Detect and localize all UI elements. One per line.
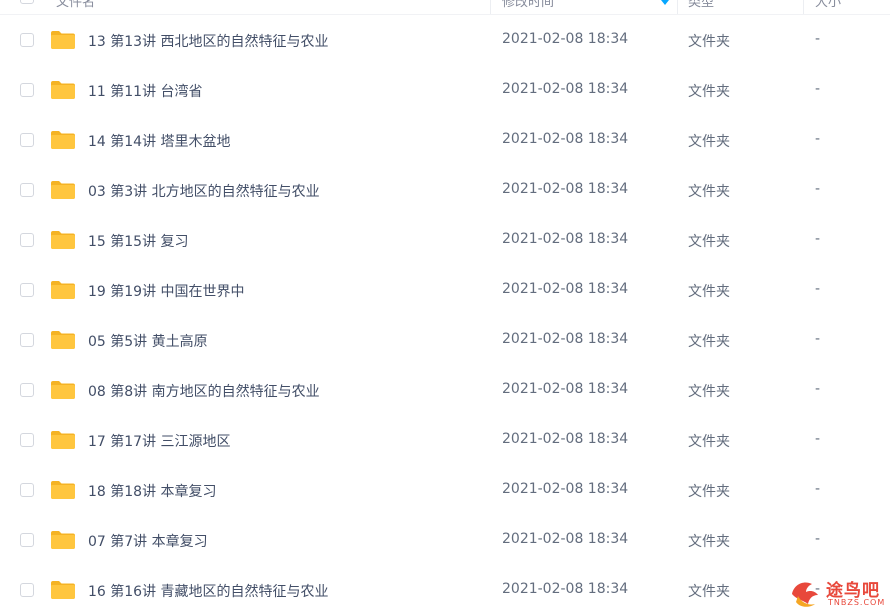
file-type: 文件夹: [688, 534, 730, 550]
row-checkbox[interactable]: [20, 83, 34, 97]
folder-icon[interactable]: [50, 30, 76, 50]
file-row[interactable]: 15 第15讲 复习 2021-02-08 18:34 文件夹 -: [0, 215, 890, 265]
folder-icon[interactable]: [50, 180, 76, 200]
folder-icon[interactable]: [50, 480, 76, 500]
file-row[interactable]: 11 第11讲 台湾省 2021-02-08 18:34 文件夹 -: [0, 65, 890, 115]
file-name-link[interactable]: 19 第19讲 中国在世界中: [88, 281, 245, 301]
modified-time: 2021-02-08 18:34: [502, 231, 629, 247]
file-name-link[interactable]: 15 第15讲 复习: [88, 231, 189, 251]
row-checkbox[interactable]: [20, 383, 34, 397]
column-header-name[interactable]: 文件名: [56, 0, 95, 10]
file-size: -: [815, 31, 821, 47]
column-header-size[interactable]: 大小: [815, 0, 841, 10]
file-row[interactable]: 13 第13讲 西北地区的自然特征与农业 2021-02-08 18:34 文件…: [0, 15, 890, 65]
file-name-link[interactable]: 07 第7讲 本章复习: [88, 531, 208, 551]
file-size: -: [815, 131, 821, 147]
file-name-link[interactable]: 11 第11讲 台湾省: [88, 81, 203, 101]
row-checkbox[interactable]: [20, 433, 34, 447]
folder-icon[interactable]: [50, 280, 76, 300]
modified-time: 2021-02-08 18:34: [502, 381, 629, 397]
row-checkbox[interactable]: [20, 183, 34, 197]
file-row[interactable]: 14 第14讲 塔里木盆地 2021-02-08 18:34 文件夹 -: [0, 115, 890, 165]
file-size: -: [815, 81, 821, 97]
folder-icon[interactable]: [50, 530, 76, 550]
file-row[interactable]: 07 第7讲 本章复习 2021-02-08 18:34 文件夹 -: [0, 515, 890, 565]
column-header-type[interactable]: 类型: [688, 0, 714, 10]
file-name-link[interactable]: 17 第17讲 三江源地区: [88, 431, 231, 451]
folder-icon[interactable]: [50, 230, 76, 250]
file-name-link[interactable]: 03 第3讲 北方地区的自然特征与农业: [88, 181, 320, 201]
folder-icon[interactable]: [50, 330, 76, 350]
sort-desc-icon[interactable]: [661, 0, 669, 5]
row-checkbox[interactable]: [20, 233, 34, 247]
file-type: 文件夹: [688, 584, 730, 600]
file-row[interactable]: 03 第3讲 北方地区的自然特征与农业 2021-02-08 18:34 文件夹…: [0, 165, 890, 215]
file-row[interactable]: 19 第19讲 中国在世界中 2021-02-08 18:34 文件夹 -: [0, 265, 890, 315]
modified-time: 2021-02-08 18:34: [502, 81, 629, 97]
file-type: 文件夹: [688, 384, 730, 400]
file-size: -: [815, 431, 821, 447]
file-size: -: [815, 381, 821, 397]
file-name-link[interactable]: 08 第8讲 南方地区的自然特征与农业: [88, 381, 320, 401]
folder-icon[interactable]: [50, 380, 76, 400]
file-list-header: 文件名 修改时间 类型 大小: [0, 0, 890, 15]
file-name-link[interactable]: 13 第13讲 西北地区的自然特征与农业: [88, 31, 329, 51]
row-checkbox[interactable]: [20, 483, 34, 497]
row-checkbox[interactable]: [20, 283, 34, 297]
select-all-checkbox[interactable]: [20, 0, 34, 4]
folder-icon[interactable]: [50, 430, 76, 450]
file-size: -: [815, 181, 821, 197]
file-row[interactable]: 16 第16讲 青藏地区的自然特征与农业 2021-02-08 18:34 文件…: [0, 565, 890, 615]
folder-icon[interactable]: [50, 580, 76, 600]
modified-time: 2021-02-08 18:34: [502, 481, 629, 497]
watermark-logo: 途鸟吧 TNBZS.COM: [788, 574, 888, 612]
column-divider: [490, 0, 491, 14]
modified-time: 2021-02-08 18:34: [502, 331, 629, 347]
file-type: 文件夹: [688, 334, 730, 350]
file-type: 文件夹: [688, 484, 730, 500]
row-checkbox[interactable]: [20, 133, 34, 147]
file-name-link[interactable]: 18 第18讲 本章复习: [88, 481, 217, 501]
modified-time: 2021-02-08 18:34: [502, 431, 629, 447]
file-type: 文件夹: [688, 234, 730, 250]
column-divider: [677, 0, 678, 14]
file-type: 文件夹: [688, 184, 730, 200]
row-checkbox[interactable]: [20, 33, 34, 47]
modified-time: 2021-02-08 18:34: [502, 181, 629, 197]
file-row[interactable]: 08 第8讲 南方地区的自然特征与农业 2021-02-08 18:34 文件夹…: [0, 365, 890, 415]
file-row[interactable]: 18 第18讲 本章复习 2021-02-08 18:34 文件夹 -: [0, 465, 890, 515]
file-type: 文件夹: [688, 284, 730, 300]
file-row[interactable]: 05 第5讲 黄土高原 2021-02-08 18:34 文件夹 -: [0, 315, 890, 365]
file-type: 文件夹: [688, 84, 730, 100]
file-row[interactable]: 17 第17讲 三江源地区 2021-02-08 18:34 文件夹 -: [0, 415, 890, 465]
file-name-link[interactable]: 16 第16讲 青藏地区的自然特征与农业: [88, 581, 329, 601]
bird-logo-icon: [792, 582, 818, 607]
file-name-link[interactable]: 05 第5讲 黄土高原: [88, 331, 208, 351]
file-type: 文件夹: [688, 34, 730, 50]
file-list: 13 第13讲 西北地区的自然特征与农业 2021-02-08 18:34 文件…: [0, 15, 890, 615]
watermark-url: TNBZS.COM: [828, 598, 886, 607]
row-checkbox[interactable]: [20, 583, 34, 597]
modified-time: 2021-02-08 18:34: [502, 281, 629, 297]
modified-time: 2021-02-08 18:34: [502, 531, 629, 547]
file-type: 文件夹: [688, 134, 730, 150]
modified-time: 2021-02-08 18:34: [502, 131, 629, 147]
folder-icon[interactable]: [50, 130, 76, 150]
modified-time: 2021-02-08 18:34: [502, 581, 629, 597]
file-size: -: [815, 331, 821, 347]
file-size: -: [815, 281, 821, 297]
file-name-link[interactable]: 14 第14讲 塔里木盆地: [88, 131, 231, 151]
file-size: -: [815, 531, 821, 547]
folder-icon[interactable]: [50, 80, 76, 100]
column-header-time[interactable]: 修改时间: [502, 0, 554, 10]
row-checkbox[interactable]: [20, 333, 34, 347]
row-checkbox[interactable]: [20, 533, 34, 547]
file-size: -: [815, 231, 821, 247]
modified-time: 2021-02-08 18:34: [502, 31, 629, 47]
column-divider: [803, 0, 804, 14]
file-type: 文件夹: [688, 434, 730, 450]
file-size: -: [815, 481, 821, 497]
